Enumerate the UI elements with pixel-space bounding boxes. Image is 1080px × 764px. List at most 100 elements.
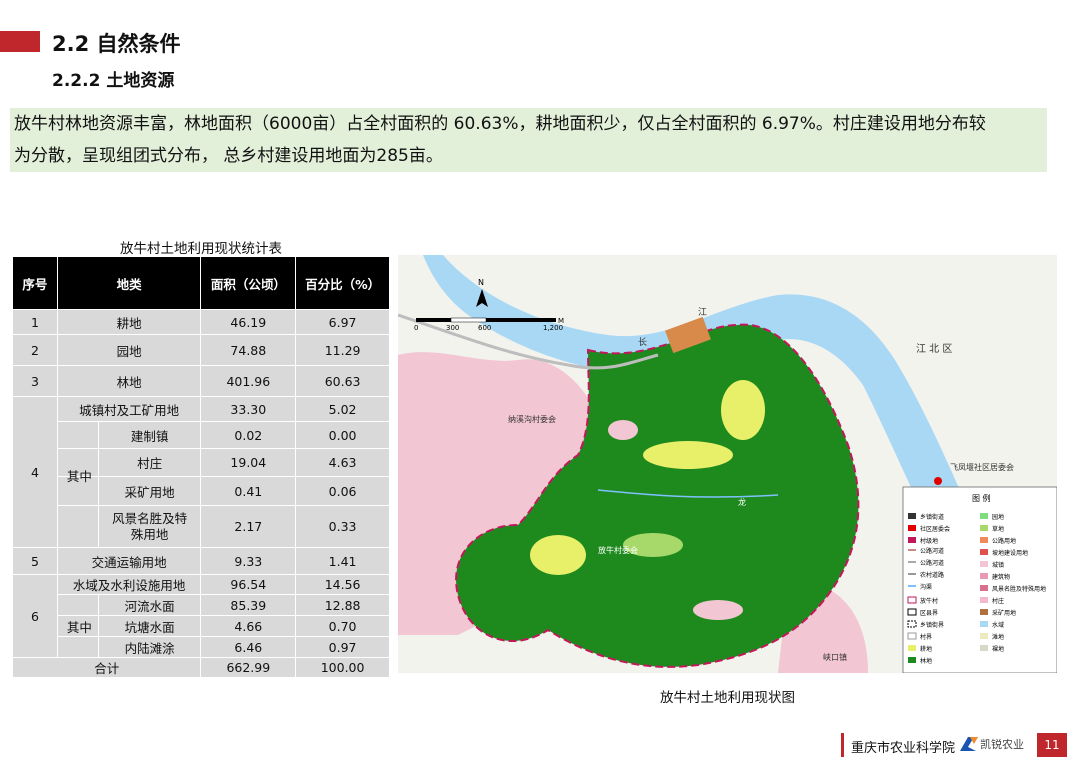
- cell-area: 401.96: [200, 365, 297, 397]
- footer-organization: 重庆市农业科学院: [851, 741, 956, 756]
- intro-line-2: 为分散，呈现组团式分布， 总乡村建设用地面为285亩。: [14, 146, 443, 166]
- svg-text:采矿用地: 采矿用地: [992, 609, 1016, 617]
- scale-tick: 600: [478, 324, 491, 332]
- cell-type: 交通运输用地: [56, 547, 202, 575]
- cell-area: 0.02: [200, 421, 297, 449]
- cell-no: 3: [12, 365, 58, 397]
- svg-text:乡镇街界: 乡镇街界: [920, 621, 944, 629]
- cell-area: 74.88: [200, 334, 297, 366]
- committee-marker-icon: [934, 477, 942, 485]
- map-label-town: 峡口镇: [823, 652, 847, 662]
- cell-pct: 0.97: [295, 636, 390, 658]
- cell-type: 林地: [56, 365, 202, 397]
- table-row: 1 耕地 46.19 6.97: [12, 309, 390, 335]
- cell-area: 0.41: [200, 476, 297, 506]
- svg-text:公路河道: 公路河道: [920, 547, 944, 555]
- cell-total-label: 合计: [11, 657, 202, 678]
- table-row: 其中 坑塘水面 4.66 0.70: [13, 615, 390, 637]
- svg-text:沟渠: 沟渠: [920, 583, 932, 591]
- legend-title: 图 例: [972, 493, 991, 503]
- cell-pct: 0.06: [295, 476, 390, 506]
- header-no: 序号: [12, 256, 58, 310]
- cell-area: 33.30: [200, 396, 297, 422]
- intro-line-1: 放牛村林地资源丰富，林地面积（6000亩）占全村面积的 60.63%，耕地面积少…: [14, 114, 986, 134]
- cell-area: 96.54: [200, 574, 297, 595]
- cell-subtype: 内陆滩涂: [97, 637, 201, 657]
- svg-text:公路河道: 公路河道: [920, 559, 944, 567]
- scale-unit: M: [558, 317, 564, 325]
- cell-type: 耕地: [56, 309, 202, 335]
- footer-marker: [841, 733, 844, 757]
- cell-subtype: 风景名胜及特殊用地: [97, 506, 201, 547]
- svg-text:裸地: 裸地: [992, 645, 1004, 653]
- cell-no: 1: [12, 309, 58, 335]
- cell-pct: 0.70: [295, 615, 390, 637]
- svg-text:建筑物: 建筑物: [992, 573, 1010, 581]
- village-patch: [693, 600, 743, 620]
- cell-pct: 1.41: [295, 547, 390, 575]
- table-row: 3 林地 401.96 60.63: [12, 365, 390, 397]
- cell-no: 6: [12, 574, 58, 658]
- farmland-patch: [721, 380, 765, 440]
- map-label-river: 江: [698, 307, 707, 318]
- table-header-row: 序号 地类 面积（公顷） 百分比（%）: [12, 256, 390, 310]
- svg-text:城镇: 城镇: [992, 561, 1004, 569]
- cell-subtype: 河流水面: [97, 595, 201, 615]
- land-use-table: 序号 地类 面积（公顷） 百分比（%） 1 耕地 46.19 6.97 2 园地…: [11, 256, 390, 678]
- table-row: 5 交通运输用地 9.33 1.41: [12, 547, 390, 575]
- svg-text:草地: 草地: [992, 525, 1004, 533]
- cell-no: 2: [12, 334, 58, 366]
- cell-area: 9.33: [200, 547, 297, 575]
- svg-text:乡镇街道: 乡镇街道: [920, 513, 944, 521]
- svg-text:N: N: [478, 278, 484, 287]
- svg-text:园地: 园地: [992, 513, 1004, 521]
- svg-text:村界: 村界: [920, 633, 932, 641]
- svg-text:风景名胜及特殊用地: 风景名胜及特殊用地: [992, 585, 1046, 593]
- table-row: 其中 村庄 19.04 4.63: [13, 448, 390, 484]
- table-row: 河流水面 85.39 12.88: [13, 594, 390, 616]
- cell-total-area: 662.99: [200, 657, 297, 678]
- cell-area: 4.66: [200, 615, 297, 637]
- brand-logo-icon: 凯锐农业: [960, 737, 1024, 751]
- cell-pct: 5.02: [295, 396, 390, 422]
- cell-area: 19.04: [200, 448, 297, 477]
- header-type: 地类: [56, 256, 202, 310]
- cell-subtype: 建制镇: [97, 422, 201, 448]
- table-row: 6 水域及水利设施用地 96.54 14.56: [12, 574, 390, 658]
- map-label-committee: 纳溪沟村委会: [508, 414, 556, 424]
- land-use-map: 0 300 600 1,200 M N 江 北 区 江 长 纳溪沟村委会 放牛村…: [398, 255, 1057, 673]
- svg-text:村庄: 村庄: [992, 597, 1004, 605]
- cell-pct: 14.56: [295, 574, 390, 595]
- cell-pct: 4.63: [295, 448, 390, 477]
- cell-area: 85.39: [200, 594, 297, 616]
- cell-subtype: 坑塘水面: [97, 616, 201, 636]
- cell-no: 4: [12, 396, 58, 548]
- cell-no: 5: [12, 547, 58, 575]
- svg-text:滩地: 滩地: [992, 633, 1004, 641]
- map-legend: 图 例 乡镇街道 社区居委会 村级地 公路河道 公路河道 农村道路 沟渠 放牛村…: [902, 486, 1057, 673]
- cell-area: 46.19: [200, 309, 297, 335]
- cell-pct: 60.63: [295, 365, 390, 397]
- svg-text:农村道路: 农村道路: [920, 571, 944, 579]
- subsection-title: 2.2.2 土地资源: [52, 71, 175, 91]
- map-label-district: 江 北 区: [916, 343, 952, 355]
- map-label-community: 飞凤堰社区居委会: [950, 462, 1014, 472]
- cell-type: 城镇村及工矿用地: [56, 396, 202, 422]
- cell-pct: 0.00: [295, 421, 390, 449]
- svg-text:社区居委会: 社区居委会: [920, 525, 950, 533]
- sub-group-cell: 建制镇: [56, 421, 202, 449]
- table-row: 风景名胜及特殊用地 2.17 0.33: [13, 505, 390, 548]
- sub-group-label: 其中: [66, 469, 92, 484]
- map-label-committee: 放牛村委会: [598, 545, 638, 555]
- map-label-river: 长: [638, 336, 647, 348]
- cell-type: 水域及水利设施用地: [56, 574, 202, 595]
- cell-area: 2.17: [200, 505, 297, 548]
- scale-tick: 0: [414, 324, 418, 332]
- section-title: 2.2 自然条件: [52, 32, 181, 56]
- section-marker: [0, 31, 40, 52]
- farmland-patch: [643, 441, 733, 469]
- village-patch: [608, 420, 638, 440]
- svg-text:耕地: 耕地: [920, 645, 932, 653]
- table-row: 建制镇 0.02 0.00: [13, 421, 390, 449]
- sub-group-label: 其中: [66, 620, 92, 635]
